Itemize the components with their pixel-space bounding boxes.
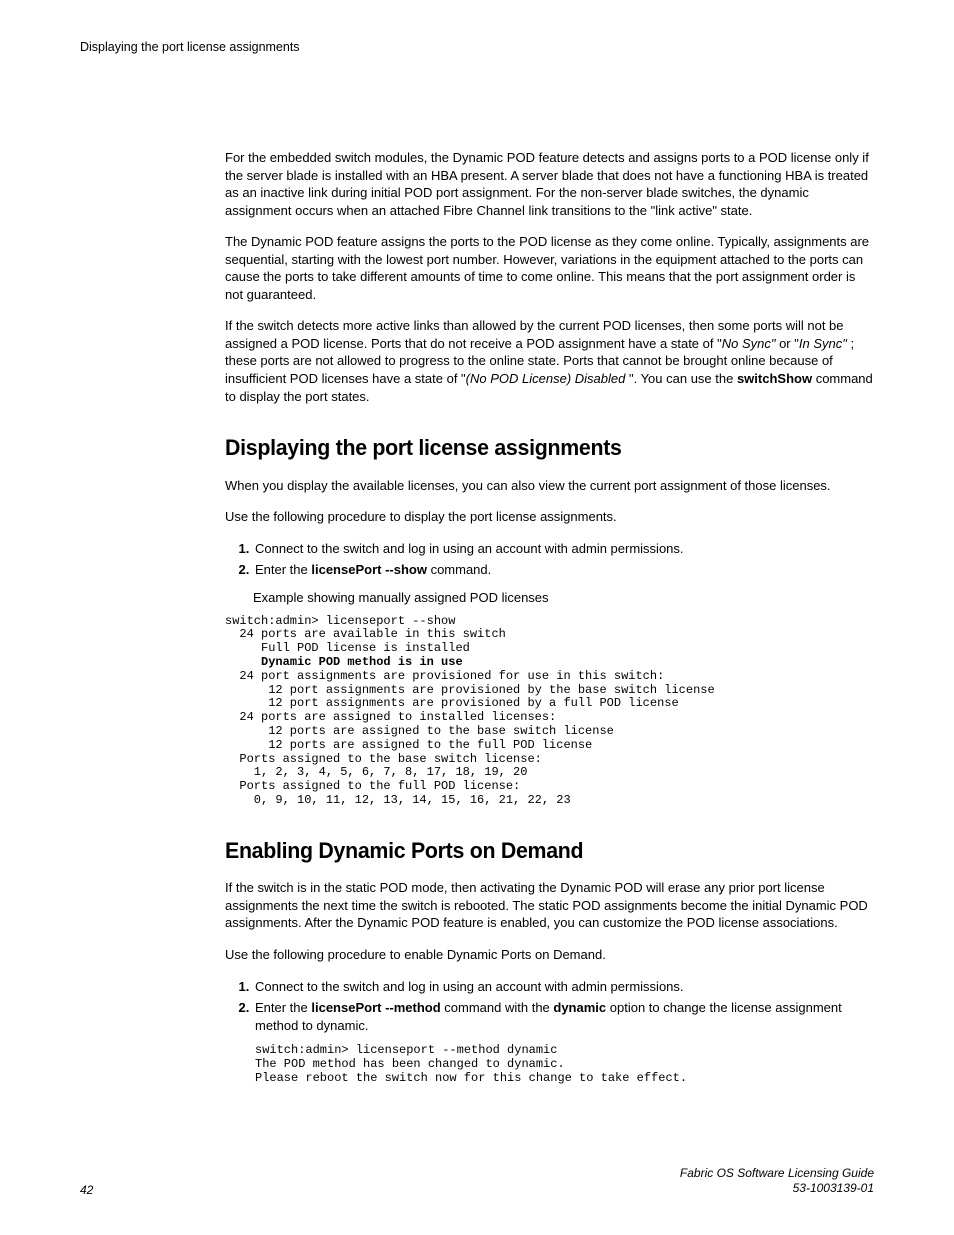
section2-steps: Connect to the switch and log in using a… <box>225 978 874 1086</box>
page-number: 42 <box>80 1183 93 1197</box>
intro-para-2: The Dynamic POD feature assigns the port… <box>225 233 874 303</box>
footer-docnum: 53-1003139-01 <box>680 1181 874 1197</box>
section2-para-2: Use the following procedure to enable Dy… <box>225 946 874 964</box>
section1-para-1: When you display the available licenses,… <box>225 477 874 495</box>
state-nosync: No Sync" <box>722 336 776 351</box>
command-licenseport-method: licensePort --method <box>311 1000 440 1015</box>
text: or " <box>775 336 798 351</box>
code-bold: Dynamic POD method is in use <box>261 655 463 669</box>
example-label: Example showing manually assigned POD li… <box>253 589 874 607</box>
section1-step-1: Connect to the switch and log in using a… <box>253 540 874 558</box>
section1-steps: Connect to the switch and log in using a… <box>225 540 874 579</box>
footer-title: Fabric OS Software Licensing Guide <box>680 1166 874 1182</box>
state-disabled: (No POD License) Disabled <box>466 371 626 386</box>
state-insync: In Sync" <box>799 336 847 351</box>
command-switchshow: switchShow <box>737 371 812 386</box>
running-header: Displaying the port license assignments <box>80 40 874 54</box>
text: ". You can use the <box>625 371 737 386</box>
text: command. <box>427 562 491 577</box>
footer-right: Fabric OS Software Licensing Guide 53-10… <box>680 1166 874 1197</box>
code-block-licenseport-show: switch:admin> licenseport --show 24 port… <box>225 615 874 808</box>
section1-step-2: Enter the licensePort --show command. <box>253 561 874 579</box>
text: Enter the <box>255 562 311 577</box>
intro-para-3: If the switch detects more active links … <box>225 317 874 405</box>
option-dynamic: dynamic <box>553 1000 606 1015</box>
section2-step-1: Connect to the switch and log in using a… <box>253 978 874 996</box>
text: Enter the <box>255 1000 311 1015</box>
page: Displaying the port license assignments … <box>0 0 954 1235</box>
code-block-licenseport-method: switch:admin> licenseport --method dynam… <box>255 1044 874 1085</box>
command-licenseport-show: licensePort --show <box>311 562 427 577</box>
heading-enabling: Enabling Dynamic Ports on Demand <box>225 836 855 866</box>
section1-para-2: Use the following procedure to display t… <box>225 508 874 526</box>
section2-para-1: If the switch is in the static POD mode,… <box>225 879 874 932</box>
main-content: For the embedded switch modules, the Dyn… <box>225 149 874 1086</box>
page-footer: 42 Fabric OS Software Licensing Guide 53… <box>80 1166 874 1197</box>
code-text: 24 port assignments are provisioned for … <box>225 669 715 807</box>
section2-step-2: Enter the licensePort --method command w… <box>253 999 874 1085</box>
heading-displaying: Displaying the port license assignments <box>225 433 855 463</box>
intro-para-1: For the embedded switch modules, the Dyn… <box>225 149 874 219</box>
text: command with the <box>441 1000 554 1015</box>
